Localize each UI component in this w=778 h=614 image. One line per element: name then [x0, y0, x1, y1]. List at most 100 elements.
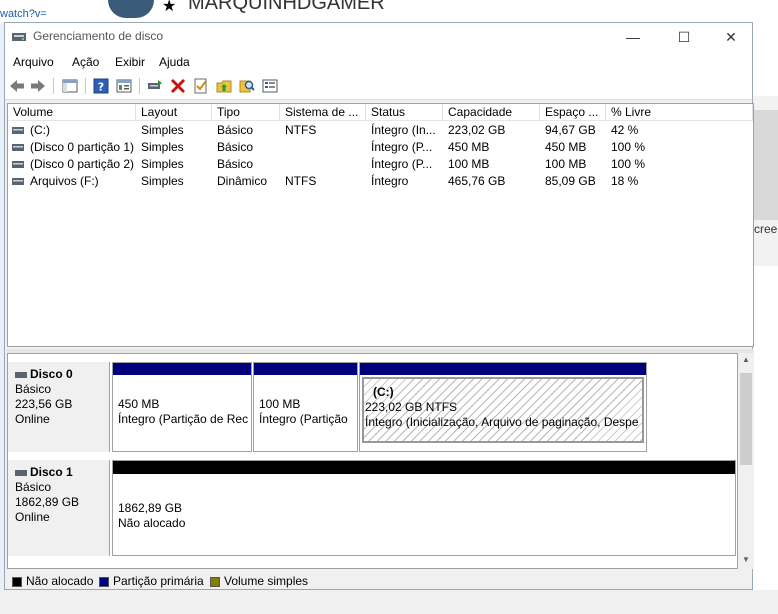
- table-row[interactable]: Arquivos (F:) Simples Dinâmico NTFS Ínte…: [8, 173, 753, 190]
- legend-swatch: [210, 576, 220, 587]
- cell-layout: Simples: [141, 140, 184, 154]
- table-row[interactable]: (C:) Simples Básico NTFS Íntegro (In... …: [8, 122, 753, 139]
- legend-label: Partição primária: [113, 574, 204, 588]
- drive-icon: [12, 127, 24, 134]
- disk-1-label[interactable]: Disco 1 Básico 1862,89 GB Online: [8, 460, 110, 556]
- partition-disk1-unallocated[interactable]: 1862,89 GB Não alocado: [112, 460, 736, 556]
- menu-arquivo[interactable]: Arquivo: [13, 55, 54, 69]
- cell-livre: 18 %: [611, 174, 639, 188]
- volume-list: Volume Layout Tipo Sistema de ... Status…: [7, 103, 754, 347]
- disk-icon: [15, 371, 27, 378]
- background-thumbnail: [754, 110, 778, 220]
- help-icon[interactable]: ?: [92, 77, 110, 95]
- scroll-down-icon[interactable]: ▼: [738, 555, 754, 564]
- close-button[interactable]: ✕: [708, 23, 754, 51]
- star-icon: ★: [162, 0, 177, 15]
- column-header-status[interactable]: Status: [366, 104, 443, 121]
- cell-livre: 100 %: [611, 157, 646, 171]
- back-arrow-icon[interactable]: [8, 77, 26, 95]
- menu-acao[interactable]: Ação: [72, 55, 99, 69]
- cell-layout: Simples: [141, 174, 184, 188]
- properties-icon[interactable]: [115, 77, 133, 95]
- column-header-sistema[interactable]: Sistema de ...: [280, 104, 366, 121]
- cell-layout: Simples: [141, 157, 184, 171]
- background-heading: MARQUINHDGAMER: [188, 0, 385, 14]
- cell-volume: (Disco 0 partição 1): [30, 140, 134, 154]
- legend-bar: Não alocado Partição primária Volume sim…: [7, 571, 752, 589]
- vertical-scrollbar[interactable]: ▲ ▼: [738, 353, 754, 569]
- background-bottom-bar: [0, 590, 778, 614]
- partition-disk0-2[interactable]: 100 MB Íntegro (Partição: [253, 362, 358, 452]
- forward-arrow-icon[interactable]: [29, 77, 47, 95]
- cell-capacidade: 100 MB: [448, 157, 490, 171]
- partition-size: 450 MB: [118, 397, 160, 411]
- cell-sistema: NTFS: [285, 123, 317, 137]
- cell-livre: 42 %: [611, 123, 639, 137]
- disk-1-name: Disco 1: [30, 465, 73, 479]
- partition-color-bar: [254, 363, 357, 375]
- cell-tipo: Básico: [217, 157, 254, 171]
- console-tree-icon[interactable]: [61, 77, 79, 95]
- cell-layout: Simples: [141, 123, 184, 137]
- cell-tipo: Dinâmico: [217, 174, 268, 188]
- legend-item: Volume simples: [210, 574, 308, 588]
- cell-capacidade: 223,02 GB: [448, 123, 506, 137]
- partition-status: Íntegro (Partição: [259, 412, 348, 426]
- partition-label: (C:): [373, 385, 394, 399]
- legend-item: Partição primária: [99, 574, 204, 588]
- list-view-icon[interactable]: [261, 77, 279, 95]
- partition-size: 100 MB: [259, 397, 301, 411]
- partition-status: Íntegro (Inicialização, Arquivo de pagin…: [365, 415, 639, 429]
- column-header-espaco[interactable]: Espaço ...: [540, 104, 606, 121]
- delete-icon[interactable]: [169, 77, 187, 95]
- window-title: Gerenciamento de disco: [33, 29, 164, 43]
- cell-status: Íntegro (P...: [371, 140, 433, 154]
- table-row[interactable]: (Disco 0 partição 2) Simples Básico Ínte…: [8, 156, 753, 173]
- menu-bar: Arquivo Ação Exibir Ajuda: [5, 51, 752, 73]
- scroll-thumb[interactable]: [740, 373, 752, 465]
- cell-espaco: 450 MB: [545, 140, 587, 154]
- cell-sistema: NTFS: [285, 174, 317, 188]
- disk-graphical-view: Disco 0 Básico 223,56 GB Online 450 MB Í…: [7, 353, 738, 569]
- drive-icon: [12, 161, 24, 168]
- cell-volume: (Disco 0 partição 2): [30, 157, 134, 171]
- minimize-button[interactable]: —: [610, 23, 656, 51]
- column-header-volume[interactable]: Volume: [8, 104, 136, 121]
- disk-management-window: Gerenciamento de disco — ☐ ✕ Arquivo Açã…: [4, 22, 754, 590]
- disk-management-app-icon: [12, 33, 26, 41]
- new-folder-icon[interactable]: [215, 77, 233, 95]
- cell-capacidade: 465,76 GB: [448, 174, 506, 188]
- scroll-up-icon[interactable]: ▲: [738, 355, 754, 364]
- column-header-tipo[interactable]: Tipo: [212, 104, 280, 121]
- maximize-button[interactable]: ☐: [661, 23, 707, 51]
- connect-disk-icon[interactable]: [146, 77, 164, 95]
- toolbar-separator: [85, 78, 86, 94]
- cell-volume: (C:): [30, 123, 50, 137]
- column-header-capacidade[interactable]: Capacidade: [443, 104, 540, 121]
- checklist-icon[interactable]: [192, 77, 210, 95]
- disk-1-state: Online: [15, 510, 50, 524]
- column-header-layout[interactable]: Layout: [136, 104, 212, 121]
- toolbar-separator: [53, 78, 54, 94]
- disk-0-label[interactable]: Disco 0 Básico 223,56 GB Online: [8, 362, 110, 452]
- partition-disk0-1[interactable]: 450 MB Íntegro (Partição de Rec: [112, 362, 252, 452]
- disk-0-type: Básico: [15, 382, 52, 396]
- cell-capacidade: 450 MB: [448, 140, 490, 154]
- column-header-livre[interactable]: % Livre: [606, 104, 753, 121]
- partition-status: Não alocado: [118, 516, 186, 530]
- cell-volume: Arquivos (F:): [30, 174, 99, 188]
- menu-ajuda[interactable]: Ajuda: [159, 55, 190, 69]
- table-row[interactable]: (Disco 0 partição 1) Simples Básico Ínte…: [8, 139, 753, 156]
- cell-status: Íntegro: [371, 174, 409, 188]
- partition-size: 223,02 GB NTFS: [365, 400, 458, 414]
- background-url: watch?v=: [0, 8, 47, 20]
- title-bar[interactable]: Gerenciamento de disco — ☐ ✕: [5, 23, 752, 51]
- disk-0-size: 223,56 GB: [15, 397, 73, 411]
- search-icon[interactable]: [238, 77, 256, 95]
- legend-item: Não alocado: [12, 574, 93, 588]
- disk-1-size: 1862,89 GB: [15, 495, 80, 509]
- partition-disk0-c[interactable]: (C:) 223,02 GB NTFS Íntegro (Inicializaç…: [359, 362, 647, 452]
- cell-livre: 100 %: [611, 140, 646, 154]
- toolbar: ?: [5, 73, 752, 100]
- menu-exibir[interactable]: Exibir: [115, 55, 145, 69]
